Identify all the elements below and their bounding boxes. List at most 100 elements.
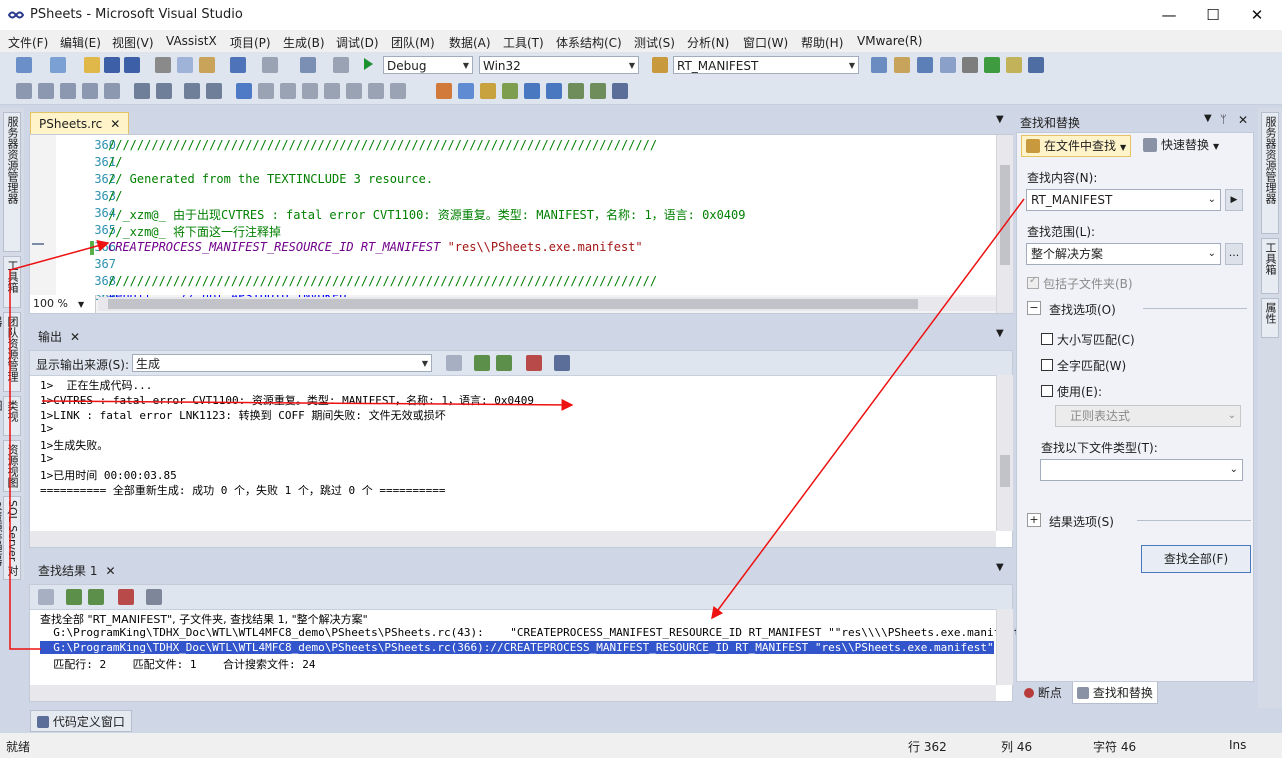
use-regex-checkbox[interactable]: [1041, 385, 1053, 397]
expand-result-options-toggle[interactable]: +: [1027, 513, 1041, 527]
browse-button[interactable]: ...: [1225, 243, 1243, 265]
find-all-button[interactable]: 查找全部(F): [1141, 545, 1251, 573]
va-icon-7[interactable]: [568, 83, 584, 99]
redo-icon[interactable]: [262, 57, 278, 73]
quick-replace-button[interactable]: 快速替换 ▼: [1139, 135, 1239, 157]
list-members-icon[interactable]: [38, 83, 54, 99]
menu-vassistx[interactable]: VAssistX: [166, 34, 217, 48]
match-case-checkbox[interactable]: [1041, 333, 1053, 345]
tab-toolbox-right[interactable]: 工具箱: [1261, 238, 1279, 294]
properties-icon[interactable]: [894, 57, 910, 73]
tab-psheets-rc[interactable]: PSheets.rc ✕: [30, 112, 130, 134]
tab-class-view[interactable]: 类视图: [0, 396, 21, 436]
tab-sql-explorer[interactable]: SQL Server 对象资源管理器: [0, 496, 21, 580]
command-window-icon[interactable]: [1028, 57, 1044, 73]
whole-word-checkbox[interactable]: [1041, 359, 1053, 371]
start-debug-icon[interactable]: [362, 57, 374, 71]
next-bookmark-doc-icon[interactable]: [368, 83, 384, 99]
zoom-select[interactable]: 100 % ▼: [30, 295, 96, 313]
tab-find-results-1[interactable]: 查找结果 1 ✕: [30, 560, 124, 582]
complete-word-icon[interactable]: [104, 83, 120, 99]
maximize-button[interactable]: ☐: [1190, 0, 1236, 30]
menu-architecture[interactable]: 体系结构(C): [556, 34, 622, 51]
scroll-thumb[interactable]: [1000, 455, 1010, 487]
extension-icon[interactable]: [1006, 57, 1022, 73]
regex-select[interactable]: 正则表达式 ⌄: [1055, 405, 1241, 427]
close-icon[interactable]: ✕: [110, 117, 120, 131]
tab-resource-view[interactable]: 资源视图: [3, 440, 21, 492]
tools-icon[interactable]: [962, 57, 978, 73]
config-select[interactable]: Debug ▼: [383, 56, 473, 74]
chevron-down-icon[interactable]: ▼: [996, 328, 1004, 339]
copy-icon[interactable]: [177, 57, 193, 73]
navigate-back-icon[interactable]: [300, 57, 316, 73]
chevron-down-icon[interactable]: ▼: [996, 562, 1004, 573]
navigate-forward-icon[interactable]: [333, 57, 349, 73]
format-icon[interactable]: [16, 83, 32, 99]
code-editor[interactable]: 360 ////////////////////////////////////…: [29, 134, 1013, 314]
tab-team-explorer[interactable]: 团队资源管理器: [0, 312, 21, 392]
menu-help[interactable]: 帮助(H): [801, 34, 843, 51]
clear-all-icon[interactable]: [526, 355, 542, 371]
menu-project[interactable]: 项目(P): [230, 34, 271, 51]
solution-explorer-icon[interactable]: [871, 57, 887, 73]
menu-team[interactable]: 团队(M): [391, 34, 435, 51]
close-icon[interactable]: ✕: [105, 564, 115, 578]
va-icon-2[interactable]: [458, 83, 474, 99]
find-in-files-icon[interactable]: [652, 57, 668, 73]
increase-indent-icon[interactable]: [156, 83, 172, 99]
menu-test[interactable]: 测试(S): [634, 34, 675, 51]
file-types-input[interactable]: ⌄: [1040, 459, 1243, 481]
find-result-line[interactable]: G:\ProgramKing\TDHX_Doc\WTL\WTL4MFC8_dem…: [40, 626, 1066, 639]
toolbox-icon[interactable]: [940, 57, 956, 73]
next-bookmark-folder-icon[interactable]: [324, 83, 340, 99]
tab-properties[interactable]: 属性: [1261, 298, 1279, 338]
chevron-down-icon[interactable]: ▼: [996, 114, 1004, 125]
find-in-files-button[interactable]: 在文件中查找 ▼: [1021, 135, 1131, 157]
comment-icon[interactable]: [184, 83, 200, 99]
save-icon[interactable]: [104, 57, 120, 73]
clear-bookmarks-icon[interactable]: [390, 83, 406, 99]
quick-info-icon[interactable]: [82, 83, 98, 99]
start-page-icon[interactable]: [984, 57, 1000, 73]
undo-icon[interactable]: [230, 57, 246, 73]
find-what-input[interactable]: RT_MANIFEST ⌄: [1026, 189, 1221, 211]
menu-window[interactable]: 窗口(W): [743, 34, 788, 51]
next-bookmark-icon[interactable]: [280, 83, 296, 99]
menu-tools[interactable]: 工具(T): [503, 34, 544, 51]
va-icon-4[interactable]: [502, 83, 518, 99]
va-icon-3[interactable]: [480, 83, 496, 99]
paste-icon[interactable]: [199, 57, 215, 73]
stop-find-icon[interactable]: [146, 589, 162, 605]
find-combo[interactable]: RT_MANIFEST ▼: [673, 56, 859, 74]
menu-data[interactable]: 数据(A): [449, 34, 491, 51]
menu-build[interactable]: 生成(B): [283, 34, 325, 51]
chevron-down-icon[interactable]: ▼: [1204, 113, 1212, 124]
next-result-icon[interactable]: [88, 589, 104, 605]
menu-debug[interactable]: 调试(D): [336, 34, 379, 51]
decrease-indent-icon[interactable]: [134, 83, 150, 99]
tab-breakpoints[interactable]: 断点: [1020, 682, 1066, 704]
editor-h-scrollbar[interactable]: [98, 297, 996, 311]
output-h-scrollbar[interactable]: [30, 531, 996, 547]
menu-view[interactable]: 视图(V): [112, 34, 154, 51]
close-button[interactable]: ✕: [1234, 0, 1280, 30]
goto-location-icon[interactable]: [38, 589, 54, 605]
platform-select[interactable]: Win32 ▼: [479, 56, 639, 74]
new-project-icon[interactable]: [16, 57, 32, 73]
output-v-scrollbar[interactable]: [996, 375, 1013, 531]
menu-edit[interactable]: 编辑(E): [60, 34, 101, 51]
minimize-button[interactable]: —: [1146, 0, 1192, 30]
va-icon-6[interactable]: [546, 83, 562, 99]
tab-toolbox[interactable]: 工具箱: [3, 256, 21, 308]
find-results-h-scrollbar[interactable]: [30, 685, 996, 701]
prev-bookmark-doc-icon[interactable]: [346, 83, 362, 99]
prev-result-icon[interactable]: [66, 589, 82, 605]
close-icon[interactable]: ✕: [70, 330, 80, 344]
menu-analyze[interactable]: 分析(N): [687, 34, 729, 51]
editor-v-scrollbar[interactable]: [996, 135, 1013, 313]
parameter-info-icon[interactable]: [60, 83, 76, 99]
pin-icon[interactable]: ᛘ: [1220, 113, 1227, 126]
scroll-thumb[interactable]: [108, 299, 918, 309]
uncomment-icon[interactable]: [206, 83, 222, 99]
